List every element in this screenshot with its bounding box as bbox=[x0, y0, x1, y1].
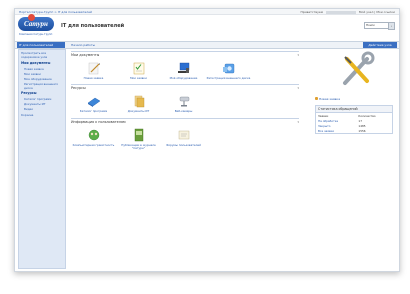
main-content: Мои документы ▾ Новая заявка Мои заявки bbox=[71, 51, 299, 155]
logo-dot-icon bbox=[28, 14, 35, 21]
tile-label: Каталог программ bbox=[79, 109, 108, 114]
tile-label: Моё оборудование bbox=[169, 76, 198, 80]
sidebar: Просмотреть все содержимое узла Мои доку… bbox=[18, 49, 66, 269]
new-request-label: Новая заявка bbox=[318, 97, 341, 101]
tile-label: Мои заявки bbox=[130, 76, 147, 80]
stats-table: Заявки Количество На обработке 17 Закрыт… bbox=[316, 113, 392, 133]
stats-title: Статистика обращений bbox=[316, 106, 392, 113]
tile-label: Новая заявка bbox=[83, 76, 104, 80]
panel-menu-icon[interactable]: ▾ bbox=[297, 120, 299, 124]
logo-text: Сатурн bbox=[24, 20, 48, 28]
table-row: Все заявки 1556 bbox=[316, 128, 392, 133]
stats-panel: Статистика обращений Заявки Количество Н… bbox=[315, 105, 393, 134]
panel-menu-icon[interactable]: ▾ bbox=[297, 86, 299, 90]
stats-row-count: 1556 bbox=[358, 128, 366, 133]
book-icon bbox=[87, 94, 101, 108]
panel-my-documents: Мои документы ▾ Новая заявка Мои заявки bbox=[71, 51, 299, 80]
my-site-link[interactable]: Мой узел bbox=[359, 10, 373, 14]
disk-icon bbox=[222, 61, 236, 75]
page-title: IT для пользователей bbox=[61, 23, 125, 29]
tile-user-forums[interactable]: Форумы пользователей bbox=[161, 125, 206, 151]
site-header: Сатурн Компания Сатурн-Групп IT для поль… bbox=[15, 14, 399, 37]
magazine-icon bbox=[132, 128, 146, 142]
search-input[interactable]: Поиск bbox=[364, 22, 389, 29]
site-actions-button[interactable]: Действия узла bbox=[363, 42, 397, 48]
tile-label: Регистрация внешнего диска bbox=[206, 76, 251, 80]
logo[interactable]: Сатурн bbox=[18, 14, 54, 31]
right-column: Новая заявка Статистика обращений Заявки… bbox=[315, 51, 393, 134]
tile-label: Публикации в журнале "Сатурн" bbox=[121, 142, 156, 151]
pen-document-icon bbox=[87, 61, 101, 75]
new-item-icon bbox=[315, 97, 318, 100]
user-name-blurred[interactable] bbox=[325, 10, 356, 14]
top-nav: IT для пользователей Начало работы Дейст… bbox=[15, 41, 399, 49]
tile-computer-literacy[interactable]: Компьютерная грамотность bbox=[71, 125, 116, 151]
browser-frame: Портал Сатурн-Групп > IT для пользовател… bbox=[14, 8, 400, 272]
user-links: Приветствуем Мой узел | Мои ссылки bbox=[300, 10, 395, 14]
checklist-icon bbox=[132, 61, 146, 75]
forum-icon bbox=[177, 128, 191, 142]
camera-icon bbox=[177, 94, 191, 108]
globe-people-icon bbox=[87, 128, 101, 142]
stats-row-name[interactable]: Все заявки bbox=[316, 128, 356, 133]
view-all-content-link[interactable]: Просмотреть все содержимое узла bbox=[19, 50, 65, 60]
logo-subtitle: Компания Сатурн-Групп bbox=[19, 33, 53, 36]
nav-link-start[interactable]: Начало работы bbox=[71, 42, 95, 48]
tile-label: Форумы пользователей bbox=[166, 142, 201, 147]
tile-new-request[interactable]: Новая заявка bbox=[71, 58, 116, 80]
sidebar-item[interactable]: Регистрация внешнего диска bbox=[19, 81, 65, 90]
tile-label: Компьютерная грамотность bbox=[72, 142, 115, 147]
tile-label: Веб-камеры bbox=[174, 109, 193, 114]
my-links-link[interactable]: Мои ссылки bbox=[376, 10, 395, 14]
computer-icon bbox=[177, 61, 191, 75]
tile-my-equipment[interactable]: Моё оборудование bbox=[161, 58, 206, 80]
recycle-bin-link[interactable]: Корзина bbox=[19, 112, 65, 118]
welcome-label: Приветствуем bbox=[300, 10, 323, 14]
tile-my-requests[interactable]: Мои заявки bbox=[116, 58, 161, 80]
folder-icon bbox=[132, 94, 146, 108]
tile-register-disk[interactable]: Регистрация внешнего диска bbox=[206, 58, 251, 80]
wrench-screwdriver-icon bbox=[337, 51, 377, 89]
search-button[interactable]: › bbox=[388, 22, 395, 30]
panel-resources: Ресурсы ▾ Каталог программ Документы ИТ bbox=[71, 84, 299, 113]
new-request-link[interactable]: Новая заявка bbox=[315, 97, 393, 101]
tile-saturn-magazine[interactable]: Публикации в журнале "Сатурн" bbox=[116, 125, 161, 151]
tile-it-documents[interactable]: Документы ИТ bbox=[116, 91, 161, 113]
tile-software-catalog[interactable]: Каталог программ bbox=[71, 91, 116, 113]
panel-menu-icon[interactable]: ▾ bbox=[297, 53, 299, 57]
sidebar-item[interactable]: Видео bbox=[19, 106, 65, 111]
tile-label: Документы ИТ bbox=[127, 109, 150, 114]
panel-user-info: Информация к пользователям ▾ Компьютерна… bbox=[71, 117, 299, 151]
tile-webcams[interactable]: Веб-камеры bbox=[161, 91, 206, 113]
tab-it-users[interactable]: IT для пользователей bbox=[17, 42, 65, 48]
